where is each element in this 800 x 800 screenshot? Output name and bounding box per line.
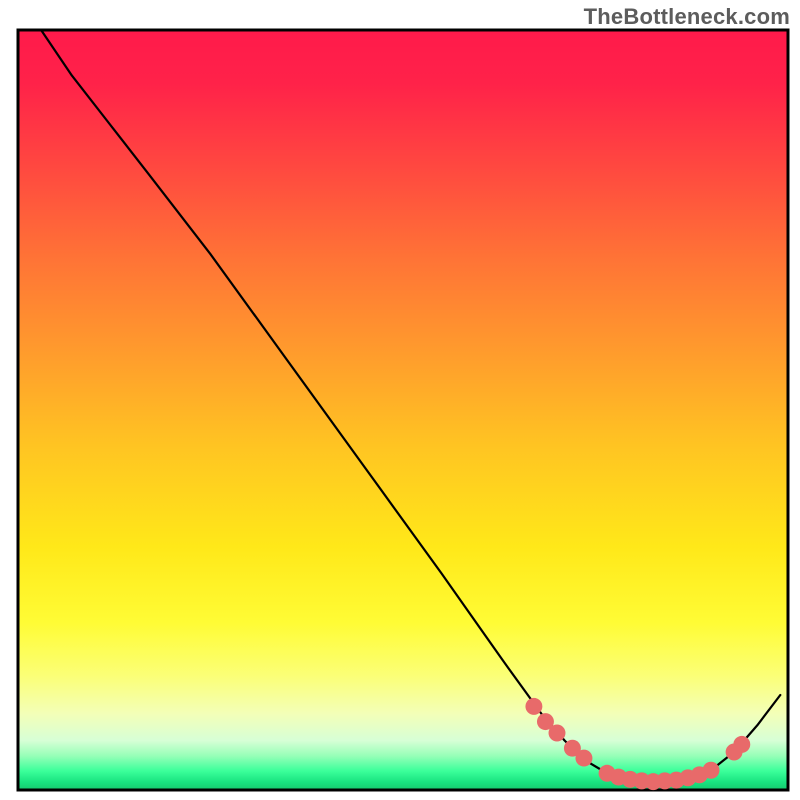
data-marker — [575, 750, 592, 767]
data-marker — [549, 725, 566, 742]
data-marker — [525, 698, 542, 715]
watermark-text: TheBottleneck.com — [584, 4, 790, 30]
data-marker — [703, 762, 720, 779]
plot-background — [18, 30, 788, 790]
chart-container: TheBottleneck.com — [0, 0, 800, 800]
data-marker — [733, 736, 750, 753]
bottleneck-chart — [0, 0, 800, 800]
